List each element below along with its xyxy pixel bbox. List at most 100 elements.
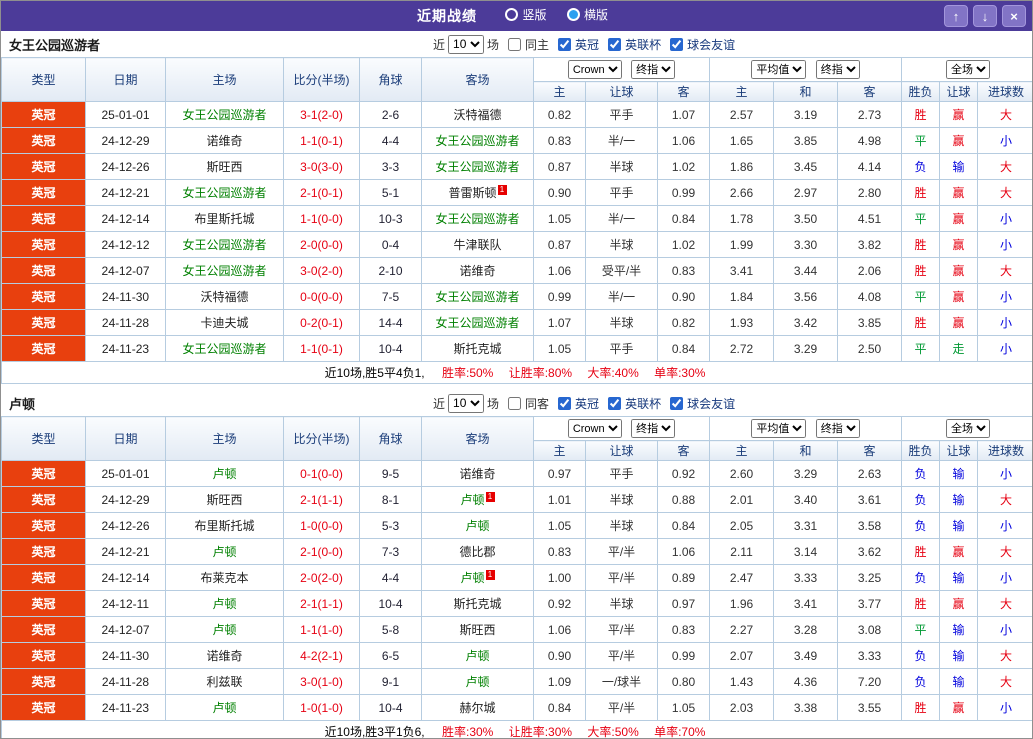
recent-count-select[interactable]: 10 bbox=[448, 34, 485, 54]
handicap-odds-controls: Crown 终指 bbox=[532, 416, 711, 441]
column-header-date: 日期 bbox=[85, 416, 166, 461]
match-score: 2-0(2-0) bbox=[283, 564, 360, 591]
goals-result-cell: 小 bbox=[977, 564, 1032, 591]
summary-row: 近10场,胜3平1负6, 胜率:30% 让胜率:30% 大率:50% 单率:70… bbox=[1, 720, 1032, 739]
summary-prefix: 近10场,胜3平1负6, bbox=[324, 725, 425, 739]
average-odds-select[interactable]: 平均值 bbox=[751, 60, 807, 79]
league-checkbox[interactable] bbox=[558, 37, 572, 51]
league-filter-championship[interactable]: 英冠 bbox=[558, 395, 599, 412]
handicap-result-cell: 输 bbox=[939, 153, 979, 180]
layout-option-vertical[interactable]: 竖版 bbox=[505, 6, 547, 23]
euro-odds-controls: 平均值 终指 bbox=[709, 57, 903, 82]
final-index-select[interactable]: 终指 bbox=[631, 60, 676, 79]
league-filter-efl-cup[interactable]: 英联杯 bbox=[608, 36, 661, 53]
average-odds-select[interactable]: 平均值 bbox=[751, 419, 807, 438]
handicap-result-cell: 赢 bbox=[939, 257, 979, 284]
handicap-line: 半球 bbox=[585, 231, 658, 258]
matches-label: 场 bbox=[487, 37, 500, 52]
league-badge: 英冠 bbox=[1, 512, 86, 539]
euro-away-odds: 2.06 bbox=[837, 257, 903, 284]
away-team-name: 卢顿 bbox=[460, 571, 485, 585]
league-badge: 英冠 bbox=[1, 309, 86, 336]
handicap-result-cell: 赢 bbox=[939, 101, 979, 128]
handicap-line: 半球 bbox=[585, 309, 658, 336]
league-filter-friendly[interactable]: 球会友谊 bbox=[670, 36, 735, 53]
column-header-handicap-result: 让球 bbox=[939, 440, 979, 461]
match-score: 0-0(0-0) bbox=[283, 283, 360, 310]
league-checkbox[interactable] bbox=[608, 37, 622, 51]
away-team-name: 女王公园巡游者 bbox=[435, 134, 520, 148]
handicap-result-cell: 输 bbox=[939, 460, 979, 487]
same-venue-checkbox[interactable] bbox=[508, 37, 522, 51]
scroll-up-button[interactable]: ↑ bbox=[944, 5, 968, 27]
column-header-score: 比分(半场) bbox=[283, 57, 360, 102]
layout-option-horizontal[interactable]: 横版 bbox=[566, 6, 608, 23]
match-date: 24-12-14 bbox=[85, 205, 166, 232]
corners-score: 2-6 bbox=[359, 101, 422, 128]
league-checkbox[interactable] bbox=[558, 396, 572, 410]
result-cell: 负 bbox=[901, 564, 941, 591]
final-index-select[interactable]: 终指 bbox=[631, 419, 676, 438]
crown-away-odds: 1.02 bbox=[656, 231, 711, 258]
home-team-name: 斯旺西 bbox=[206, 493, 243, 507]
match-row: 英冠 24-12-07 女王公园巡游者 3-0(2-0) 2-10 诺维奇 1.06 受平/半… bbox=[1, 257, 1032, 284]
home-team: 卢顿 bbox=[165, 694, 284, 721]
same-venue-filter[interactable]: 同主 bbox=[508, 36, 549, 53]
league-filter-friendly[interactable]: 球会友谊 bbox=[670, 395, 735, 412]
match-score: 2-0(0-0) bbox=[283, 231, 360, 258]
red-card-badge: 1 bbox=[485, 492, 495, 502]
bookmaker-select[interactable]: Crown bbox=[567, 419, 622, 438]
match-date: 24-12-11 bbox=[85, 590, 166, 617]
handicap-line: 平手 bbox=[585, 335, 658, 362]
league-badge: 英冠 bbox=[1, 694, 86, 721]
home-team-name: 女王公园巡游者 bbox=[182, 108, 267, 122]
home-team: 沃特福德 bbox=[165, 283, 284, 310]
corners-score: 10-4 bbox=[359, 590, 422, 617]
column-header-type: 类型 bbox=[1, 57, 86, 102]
match-date: 24-11-28 bbox=[85, 668, 166, 695]
close-icon: × bbox=[1010, 8, 1018, 24]
corners-score: 6-5 bbox=[359, 642, 422, 669]
home-team: 利兹联 bbox=[165, 668, 284, 695]
up-arrow-icon: ↑ bbox=[952, 8, 960, 24]
radio-icon bbox=[505, 8, 519, 21]
close-button[interactable]: × bbox=[1002, 5, 1026, 27]
euro-home-odds: 2.07 bbox=[709, 642, 775, 669]
euro-home-odds: 1.84 bbox=[709, 283, 775, 310]
final-index-select-2[interactable]: 终指 bbox=[815, 419, 860, 438]
same-venue-filter[interactable]: 同客 bbox=[508, 395, 549, 412]
bookmaker-select[interactable]: Crown bbox=[567, 60, 622, 79]
team-bar: 女王公园巡游者 近 10 场 同主 英冠 英联杯 球会友谊 bbox=[1, 31, 1032, 57]
match-scope-select[interactable]: 全场 bbox=[946, 419, 991, 438]
recent-count-select[interactable]: 10 bbox=[448, 393, 485, 413]
same-venue-checkbox[interactable] bbox=[508, 396, 522, 410]
league-checkbox[interactable] bbox=[608, 396, 622, 410]
final-index-select-2[interactable]: 终指 bbox=[815, 60, 860, 79]
match-date: 24-12-07 bbox=[85, 257, 166, 284]
match-date: 25-01-01 bbox=[85, 101, 166, 128]
scroll-down-button[interactable]: ↓ bbox=[973, 5, 997, 27]
euro-draw-odds: 4.36 bbox=[773, 668, 839, 695]
league-checkbox[interactable] bbox=[670, 37, 684, 51]
league-filter-efl-cup[interactable]: 英联杯 bbox=[608, 395, 661, 412]
summary-odd-rate: 单率:70% bbox=[654, 725, 706, 739]
home-team-name: 布莱克本 bbox=[200, 571, 249, 585]
crown-away-odds: 0.80 bbox=[656, 668, 711, 695]
home-team-name: 卡迪夫城 bbox=[200, 316, 249, 330]
league-checkbox[interactable] bbox=[670, 396, 684, 410]
euro-away-odds: 2.63 bbox=[837, 460, 903, 487]
match-scope-select[interactable]: 全场 bbox=[946, 60, 991, 79]
column-header-crown-home: 主 bbox=[533, 81, 586, 102]
corners-score: 9-1 bbox=[359, 668, 422, 695]
match-row: 英冠 24-12-26 斯旺西 3-0(3-0) 3-3 女王公园巡游者 0.87 半球 1.0… bbox=[1, 153, 1032, 180]
league-filter-championship[interactable]: 英冠 bbox=[558, 36, 599, 53]
euro-draw-odds: 3.33 bbox=[773, 564, 839, 591]
crown-home-odds: 0.97 bbox=[533, 460, 586, 487]
euro-home-odds: 1.96 bbox=[709, 590, 775, 617]
result-cell: 胜 bbox=[901, 590, 941, 617]
handicap-result-cell: 赢 bbox=[939, 590, 979, 617]
crown-away-odds: 0.90 bbox=[656, 283, 711, 310]
recent-label: 近 bbox=[433, 37, 446, 52]
summary-win-rate: 胜率:50% bbox=[441, 366, 494, 380]
home-team: 女王公园巡游者 bbox=[165, 179, 284, 206]
